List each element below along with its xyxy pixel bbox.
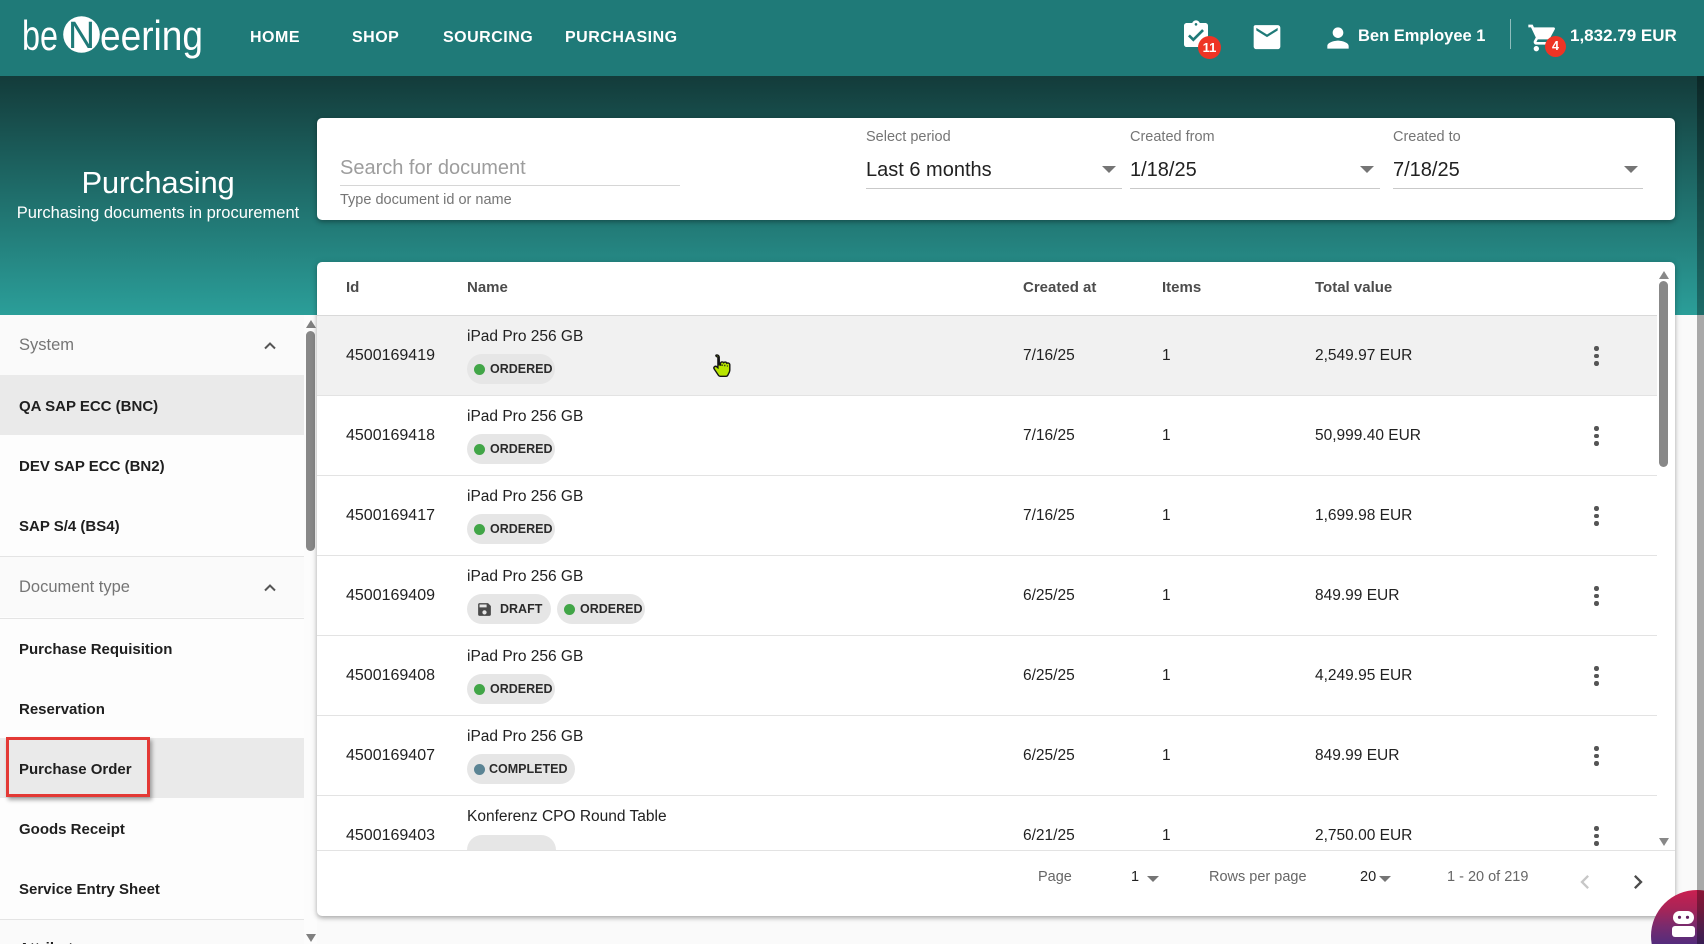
svg-text:eering: eering (100, 12, 203, 59)
svg-text:N: N (68, 15, 95, 57)
svg-text:be: be (22, 12, 58, 59)
